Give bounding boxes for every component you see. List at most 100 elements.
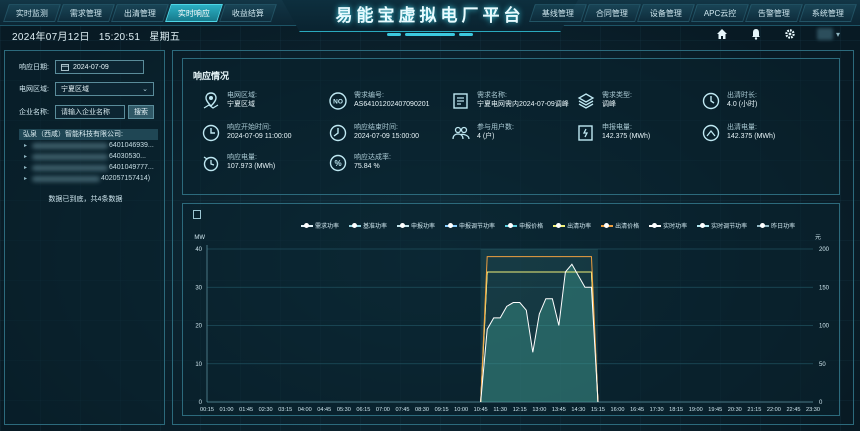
info-value: 调峰 [602,101,616,108]
nav-contract-manage[interactable]: 合同管理 [582,4,641,22]
x-tick-label: 10:00 [454,407,468,413]
info-value: AS64101202407090201 [354,101,430,108]
nav-baseline-manage[interactable]: 基线管理 [528,4,587,22]
info-cell: 出清电量: 142.375 (MWh) [701,123,775,143]
nav-device-manage[interactable]: 设备管理 [636,4,695,22]
y-left-tick-label: 10 [195,362,202,368]
info-cell: 响应开始时间: 2024-07-09 11:00:00 [201,123,291,143]
company-tree: 弘泉（西咸）智能科技有限公司: ▸ 6401046939... ▸ 64030530… [19,129,158,184]
x-tick-label: 08:30 [415,407,429,413]
info-value: 4.0 (小时) [727,101,758,108]
tree-item[interactable]: ▸ 6401046939... [19,140,158,151]
power-chart-panel: 需求功率 基准功率 申报功率 申报调节功率 申报价格 出清功率 出清价格 实时功率 实时调节功率… [182,203,840,416]
time-text: 15:20:51 [98,32,141,43]
chevron-down-icon: ⌄ [142,86,148,93]
y-left-tick-label: 30 [195,285,202,291]
search-button[interactable]: 搜索 [128,105,154,119]
x-tick-label: 01:45 [239,407,253,413]
y-right-unit: 元 [815,234,821,241]
nav-system-manage[interactable]: 系统管理 [799,4,857,22]
info-cell: 响应结束时间: 2024-07-09 15:00:00 [328,123,419,143]
info-value: 2024-07-09 11:00:00 [227,133,292,140]
tree-item[interactable]: ▸ 6401049777... [19,162,158,173]
nav-apc-cloud[interactable]: APC云控 [690,4,749,22]
y-right-tick-label: 150 [819,285,830,291]
x-tick-label: 02:30 [259,407,273,413]
x-tick-label: 07:00 [376,407,390,413]
x-tick-label: 04:00 [298,407,312,413]
participants-icon [452,126,470,140]
info-label: 响应开始时间: [227,124,271,131]
info-label: 需求编号: [354,92,384,99]
date-picker[interactable]: 2024-07-09 [55,60,144,74]
top-icons: ▾ [715,27,840,41]
bell-icon[interactable] [749,27,763,41]
info-cell: 需求名称: 宁夏电网需内2024-07-09调峰 [451,91,569,111]
y-left-tick-label: 40 [195,247,202,253]
response-end-icon [329,124,347,142]
date-filter-row: 响应日期: 2024-07-09 [19,60,144,74]
y-right-tick-label: 50 [819,362,826,368]
area-filter-row: 电网区域: 宁夏区域 ⌄ [19,82,154,96]
info-label: 出清电量: [727,124,757,131]
x-tick-label: 16:00 [611,407,625,413]
x-tick-label: 04:45 [317,407,331,413]
area-select[interactable]: 宁夏区域 ⌄ [55,82,154,96]
datetime: 2024年07月12日 15:20:51 星期五 [12,28,186,43]
caret-right-icon: ▸ [24,154,28,160]
tree-item[interactable]: ▸ 64030530... [19,151,158,162]
declared-energy-icon [578,125,593,141]
x-tick-label: 11:30 [493,407,507,413]
tree-footer: 数据已到底，共4条数据 [48,196,123,203]
caret-right-icon: ▸ [24,143,28,149]
info-cell: 需求类型: 调峰 [576,91,632,111]
y-right-tick-label: 200 [819,247,830,253]
x-tick-label: 01:00 [220,407,234,413]
svg-text:%: % [334,159,341,168]
info-value: 2024-07-09 15:00:00 [354,133,419,140]
caret-right-icon: ▸ [24,176,28,182]
user-avatar [816,28,833,40]
info-label: 需求名称: [477,92,507,99]
demand-type-icon [577,93,595,109]
demand-number-icon: NO [329,92,347,110]
info-label: 申报电量: [602,124,632,131]
info-value: 宁夏电网需内2024-07-09调峰 [477,101,569,108]
x-tick-label: 21:15 [747,407,761,413]
x-tick-label: 06:15 [356,407,370,413]
user-menu[interactable]: ▾ [816,28,840,40]
company-search-input[interactable]: 请输入企业名称 [55,105,125,119]
date-picker-value: 2024-07-09 [73,63,109,71]
info-value: 142.375 (MWh) [602,133,651,140]
company-filter-row: 企业名称: 请输入企业名称 搜索 [19,105,154,119]
nav-alarm-manage[interactable]: 告警管理 [745,4,803,22]
nav-revenue-settlement[interactable]: 收益结算 [219,4,277,22]
info-label: 参与用户数: [477,124,514,131]
nav-realtime-monitor[interactable]: 实时监测 [3,4,61,22]
x-tick-label: 05:30 [337,407,351,413]
info-cell: 参与用户数: 4 (户) [451,123,514,143]
info-label: 响应达成率: [354,154,391,161]
x-tick-label: 12:15 [513,407,527,413]
chevron-down-icon: ▾ [835,29,840,39]
x-tick-label: 07:45 [395,407,409,413]
nav-left: 实时监测 需求管理 出清管理 实时响应 收益结算 [3,4,277,22]
info-label: 出清时长: [727,92,757,99]
tree-root[interactable]: 弘泉（西咸）智能科技有限公司: [19,129,158,140]
y-left-tick-label: 0 [199,400,203,406]
home-icon[interactable] [715,27,729,41]
cleared-energy-icon [702,124,720,142]
info-label: 响应电量: [227,154,257,161]
caret-right-icon: ▸ [24,165,28,171]
nav-realtime-response[interactable]: 实时响应 [165,4,223,22]
info-title: 响应情况 [193,71,230,81]
info-cell: % 响应达成率: 75.84 % [328,153,391,173]
x-tick-label: 13:45 [552,407,566,413]
tree-item[interactable]: ▸ 402057157414) [19,173,158,184]
info-label: 需求类型: [602,92,632,99]
info-label: 响应结束时间: [354,124,398,131]
gear-icon[interactable] [783,27,797,41]
nav-demand-manage[interactable]: 需求管理 [57,4,115,22]
header: 实时监测 需求管理 出清管理 实时响应 收益结算 易能宝虚拟电厂平台 基线管理 … [0,0,860,46]
nav-clearing-manage[interactable]: 出清管理 [111,4,169,22]
